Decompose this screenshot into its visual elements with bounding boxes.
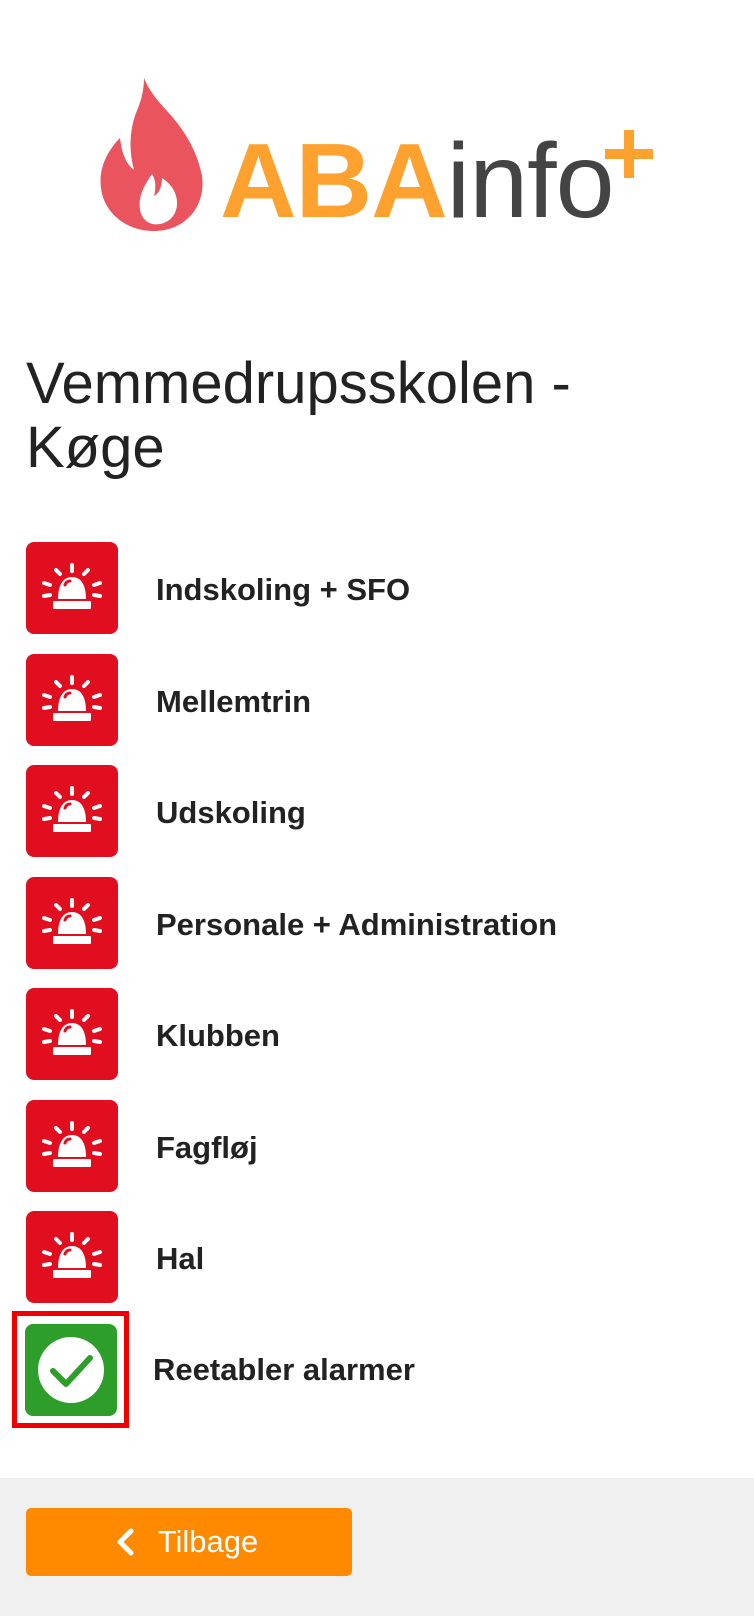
alarm-item-label: Klubben: [156, 1018, 280, 1053]
siren-icon: [42, 1120, 102, 1167]
alarm-trigger-button[interactable]: [26, 988, 118, 1080]
plus-icon: [605, 130, 653, 178]
alarm-trigger-button[interactable]: [26, 1211, 118, 1303]
alarm-list: Indskoling + SFO Mellemtrin Udskoling Perso…: [26, 542, 726, 1323]
brand-strong-text: ABA: [220, 122, 448, 240]
alarm-item-label: Mellemtrin: [156, 683, 312, 719]
alarm-item[interactable]: Mellemtrin: [26, 653, 726, 766]
alarm-item-label: Indskoling + SFO: [156, 572, 411, 607]
alarm-item[interactable]: Hal: [26, 1211, 726, 1323]
reset-alarms-label: Reetabler alarmer: [153, 1351, 415, 1387]
alarm-item-label: Fagfløj: [156, 1129, 258, 1165]
reset-alarms-item[interactable]: Reetabler alarmer: [12, 1311, 415, 1428]
siren-icon: [42, 1232, 102, 1278]
alarm-item[interactable]: Personale + Administration: [26, 876, 726, 989]
brand-wordmark: ABAinfo: [220, 128, 615, 234]
page-title: Vemmedrupsskolen - Køge: [26, 351, 571, 480]
siren-icon: [42, 897, 102, 944]
brand-light-text: info: [446, 122, 615, 240]
alarm-item[interactable]: Fagfløj: [26, 1099, 726, 1212]
flame-icon: [100, 78, 203, 232]
alarm-trigger-button[interactable]: [26, 1099, 118, 1192]
siren-icon: [42, 786, 102, 832]
reset-alarms-button[interactable]: [24, 1323, 117, 1416]
siren-icon: [42, 1009, 102, 1055]
back-button-label: Tilbage: [157, 1524, 259, 1559]
alarm-item-label: Hal: [156, 1241, 205, 1276]
alarm-trigger-button[interactable]: [26, 876, 118, 969]
alarm-trigger-button[interactable]: [26, 653, 118, 746]
chevron-left-icon: [117, 1528, 134, 1556]
footer-bar: Tilbage: [0, 1478, 754, 1616]
reset-highlight-outline: [12, 1311, 129, 1428]
siren-icon: [42, 674, 102, 721]
alarm-item[interactable]: Indskoling + SFO: [26, 542, 726, 654]
alarm-trigger-button[interactable]: [26, 765, 118, 857]
app-logo: ABAinfo: [100, 78, 660, 238]
alarm-item-label: Udskoling: [156, 795, 306, 830]
check-circle-icon: [37, 1336, 104, 1403]
siren-icon: [42, 563, 102, 609]
alarm-item-label: Personale + Administration: [156, 906, 558, 942]
alarm-item[interactable]: Udskoling: [26, 765, 726, 877]
back-button[interactable]: Tilbage: [26, 1508, 352, 1576]
alarm-trigger-button[interactable]: [26, 542, 118, 634]
alarm-item[interactable]: Klubben: [26, 988, 726, 1100]
